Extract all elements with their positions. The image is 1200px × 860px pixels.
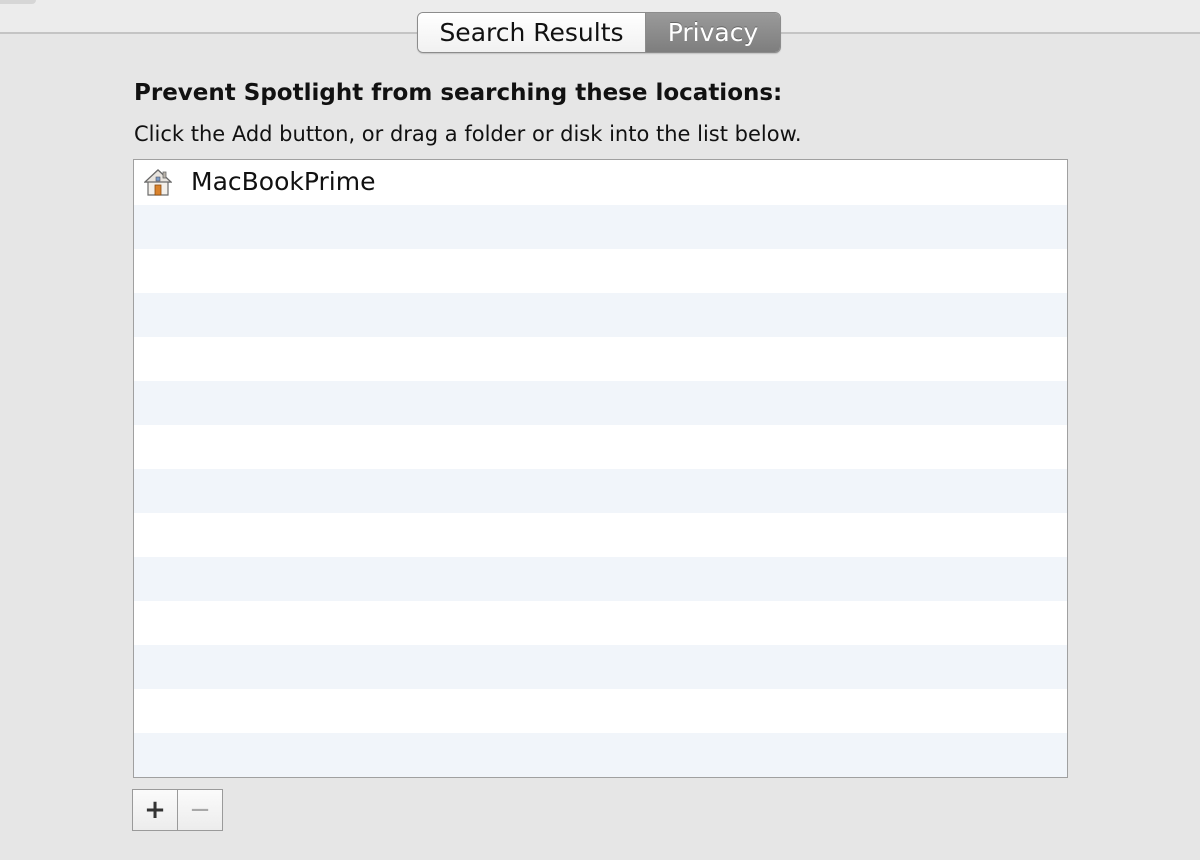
list-row-empty	[134, 425, 1067, 469]
list-row-empty	[134, 381, 1067, 425]
list-row-empty	[134, 205, 1067, 249]
list-edit-buttons: + −	[132, 789, 223, 831]
list-row-empty	[134, 645, 1067, 689]
list-row-empty	[134, 293, 1067, 337]
tab-privacy[interactable]: Privacy	[646, 13, 780, 52]
list-row-empty	[134, 337, 1067, 381]
home-folder-icon	[143, 168, 173, 196]
privacy-instructions: Click the Add button, or drag a folder o…	[134, 122, 802, 146]
tab-control: Search Results Privacy	[417, 12, 781, 53]
tab-search-results[interactable]: Search Results	[418, 13, 646, 52]
list-row-empty	[134, 249, 1067, 293]
list-row-empty	[134, 689, 1067, 733]
remove-location-button[interactable]: −	[178, 790, 222, 830]
excluded-locations-list[interactable]: MacBookPrime	[133, 159, 1068, 778]
list-row-empty	[134, 513, 1067, 557]
spotlight-preferences-pane: Search Results Privacy Prevent Spotlight…	[0, 0, 1200, 860]
privacy-heading: Prevent Spotlight from searching these l…	[134, 80, 783, 106]
list-row-empty	[134, 601, 1067, 645]
list-row-empty	[134, 733, 1067, 777]
toolbar-corner	[0, 0, 36, 4]
list-item[interactable]: MacBookPrime	[134, 160, 1067, 205]
add-location-button[interactable]: +	[133, 790, 178, 830]
list-row-empty	[134, 469, 1067, 513]
location-name: MacBookPrime	[191, 167, 376, 196]
list-row-empty	[134, 557, 1067, 601]
